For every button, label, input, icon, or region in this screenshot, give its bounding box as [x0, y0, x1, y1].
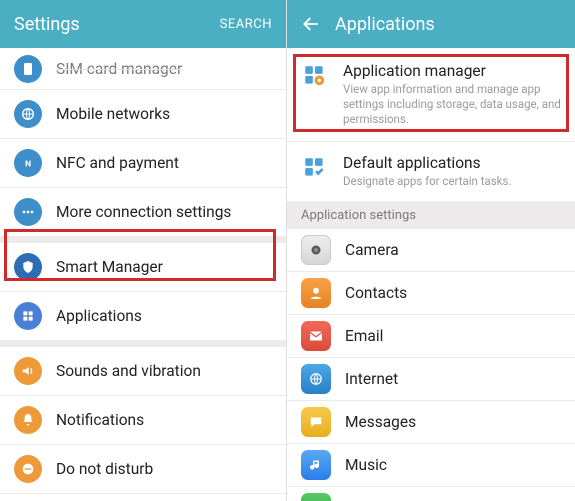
settings-header: Settings SEARCH [0, 0, 286, 48]
email-icon [301, 321, 331, 351]
settings-list: SIM card manager Mobile networks N NFC a… [0, 48, 286, 501]
nfc-payment-row[interactable]: N NFC and payment [0, 139, 286, 188]
contacts-row[interactable]: Contacts [287, 272, 575, 315]
messages-label: Messages [345, 413, 416, 431]
applications-row[interactable]: Applications [0, 292, 286, 341]
camera-label: Camera [345, 241, 399, 259]
notifications-label: Notifications [56, 411, 144, 429]
messages-row[interactable]: Messages [287, 401, 575, 444]
music-icon [301, 450, 331, 480]
defapps-icon [301, 154, 329, 182]
sim-card-manager-row[interactable]: SIM card manager [0, 48, 286, 90]
mobile-networks-row[interactable]: Mobile networks [0, 90, 286, 139]
svg-text:N: N [25, 159, 31, 169]
phone-row[interactable]: Phone [287, 487, 575, 501]
nfc-icon: N [14, 149, 42, 177]
applications-header: Applications [287, 0, 575, 48]
internet-row[interactable]: Internet [287, 358, 575, 401]
default-apps-row[interactable]: Default applications Designate apps for … [287, 142, 575, 202]
sounds-row[interactable]: Sounds and vibration [0, 347, 286, 396]
sounds-label: Sounds and vibration [56, 362, 201, 380]
smart-manager-row[interactable]: Smart Manager [0, 243, 286, 292]
dnd-icon [14, 455, 42, 483]
search-action[interactable]: SEARCH [220, 17, 272, 32]
internet-icon [301, 364, 331, 394]
display-row[interactable]: Display [0, 494, 286, 501]
camera-icon [301, 235, 331, 265]
shield-icon [14, 253, 42, 281]
appmgr-label: Application manager [343, 62, 561, 80]
notifications-row[interactable]: Notifications [0, 396, 286, 445]
settings-panel: Settings SEARCH SIM card manager Mobile … [0, 0, 287, 501]
defapps-sub: Designate apps for certain tasks. [343, 174, 561, 189]
camera-row[interactable]: Camera [287, 229, 575, 272]
music-row[interactable]: Music [287, 444, 575, 487]
appmgr-icon [301, 62, 329, 90]
music-label: Music [345, 456, 387, 474]
mobile-networks-label: Mobile networks [56, 105, 170, 123]
settings-title: Settings [14, 14, 80, 35]
application-manager-row[interactable]: Application manager View app information… [287, 48, 575, 142]
dnd-row[interactable]: Do not disturb [0, 445, 286, 494]
appmgr-sub: View app information and manage app sett… [343, 82, 561, 127]
email-row[interactable]: Email [287, 315, 575, 358]
more-connection-row[interactable]: More connection settings [0, 188, 286, 237]
sound-icon [14, 357, 42, 385]
applications-panel: Applications Application manager View ap… [287, 0, 575, 501]
contacts-label: Contacts [345, 284, 407, 302]
more-dots-icon [14, 198, 42, 226]
smart-manager-label: Smart Manager [56, 258, 163, 276]
bell-icon [14, 406, 42, 434]
back-icon[interactable] [301, 14, 321, 34]
email-label: Email [345, 327, 383, 345]
nfc-label: NFC and payment [56, 154, 179, 172]
phone-icon [301, 493, 331, 501]
globe-icon [14, 100, 42, 128]
defapps-label: Default applications [343, 154, 561, 172]
more-connection-label: More connection settings [56, 203, 231, 221]
apps-icon [14, 302, 42, 330]
applications-title: Applications [335, 14, 435, 35]
sim-icon [14, 55, 42, 83]
applications-label: Applications [56, 307, 142, 325]
sim-label: SIM card manager [56, 60, 182, 78]
contact-icon [301, 278, 331, 308]
app-settings-section: Application settings [287, 202, 575, 229]
dnd-label: Do not disturb [56, 460, 153, 478]
messages-icon [301, 407, 331, 437]
internet-label: Internet [345, 370, 398, 388]
